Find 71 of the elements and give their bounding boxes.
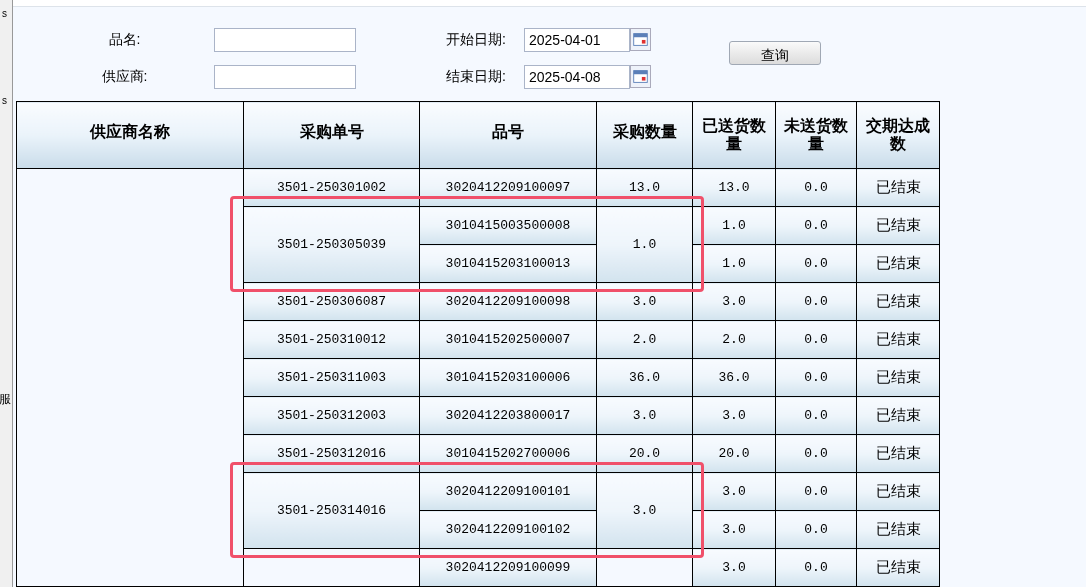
table-cell: 0.0 [775,244,857,283]
table-cell: 已结束 [856,472,940,511]
table-cell: 36.0 [692,358,776,397]
table-cell: 3501-250310012 [243,320,420,359]
table-cell: 已结束 [856,206,940,245]
date-field[interactable]: 2025-04-01 [524,27,630,52]
window-text-fragment: s [1,7,7,21]
table-cell: 0.0 [775,206,857,245]
table-cell: 3.0 [692,548,776,587]
table-cell: 0.0 [775,548,857,587]
table-cell: 1.0 [596,206,693,283]
table-cell: 0.0 [775,168,857,207]
input-field[interactable] [214,27,356,52]
column-header: 品号 [419,101,597,169]
table-cell: 0.0 [775,434,857,473]
table-cell: 13.0 [692,168,776,207]
table-cell: 0.0 [775,282,857,321]
table-cell: 已结束 [856,548,940,587]
window-text-fragment: s [1,94,7,108]
table-cell: 3.0 [692,396,776,435]
window-text-fragment: 服 [0,391,12,408]
field-label: 结束日期: [446,67,507,87]
field-label: 品名: [107,30,142,50]
table-cell: 2.0 [692,320,776,359]
table-cell: 已结束 [856,358,940,397]
field-label: 供应商: [100,67,149,87]
table-cell: 20.0 [692,434,776,473]
table-cell: 3501-250311003 [243,358,420,397]
table-cell: 3.0 [692,510,776,549]
column-header: 未送货数量 [775,101,857,169]
table-cell: 已结束 [856,320,940,359]
table-cell: 3.0 [692,282,776,321]
table-cell: 2.0 [596,320,693,359]
calendar-icon[interactable] [630,28,651,52]
table-cell: 3020412203800017 [419,396,597,435]
table-cell: 3020412209100102 [419,510,597,549]
table-cell: 3020412209100101 [419,472,597,511]
table-cell: 3.0 [596,396,693,435]
table-cell: 0.0 [775,510,857,549]
table-cell: 0.0 [775,320,857,359]
calendar-icon[interactable] [630,65,651,89]
table-cell: 已结束 [856,168,940,207]
table-cell: 3010415003500008 [419,206,597,245]
table-cell: 36.0 [596,358,693,397]
table-cell: 1.0 [692,244,776,283]
column-header: 采购单号 [243,101,420,169]
search-button[interactable]: 查询 [729,40,821,65]
table-cell: 已结束 [856,510,940,549]
date-field[interactable]: 2025-04-08 [524,64,630,89]
table-cell: 0.0 [775,358,857,397]
field-label: 开始日期: [446,30,507,50]
table-cell: 3.0 [596,472,693,549]
column-header: 交期达成数 [856,101,940,169]
table-cell: 0.0 [775,472,857,511]
table-cell: 3501-250314016 [243,472,420,549]
input-field[interactable] [214,64,356,89]
table-cell: 1.0 [692,206,776,245]
table-cell: 3501-250305039 [243,206,420,283]
column-header: 采购数量 [596,101,693,169]
table-cell: 已结束 [856,396,940,435]
table-cell: 3010415202500007 [419,320,597,359]
table-cell: 3.0 [692,472,776,511]
table-cell: 3010415203100006 [419,358,597,397]
table-cell: 0.0 [775,396,857,435]
table-cell: 已结束 [856,282,940,321]
column-header: 供应商名称 [16,101,244,169]
table-cell: 已结束 [856,434,940,473]
table-cell: 3501-250312003 [243,396,420,435]
table-cell: 已结束 [856,244,940,283]
table-cell: 3010415203100013 [419,244,597,283]
column-header: 已送货数量 [692,101,776,169]
